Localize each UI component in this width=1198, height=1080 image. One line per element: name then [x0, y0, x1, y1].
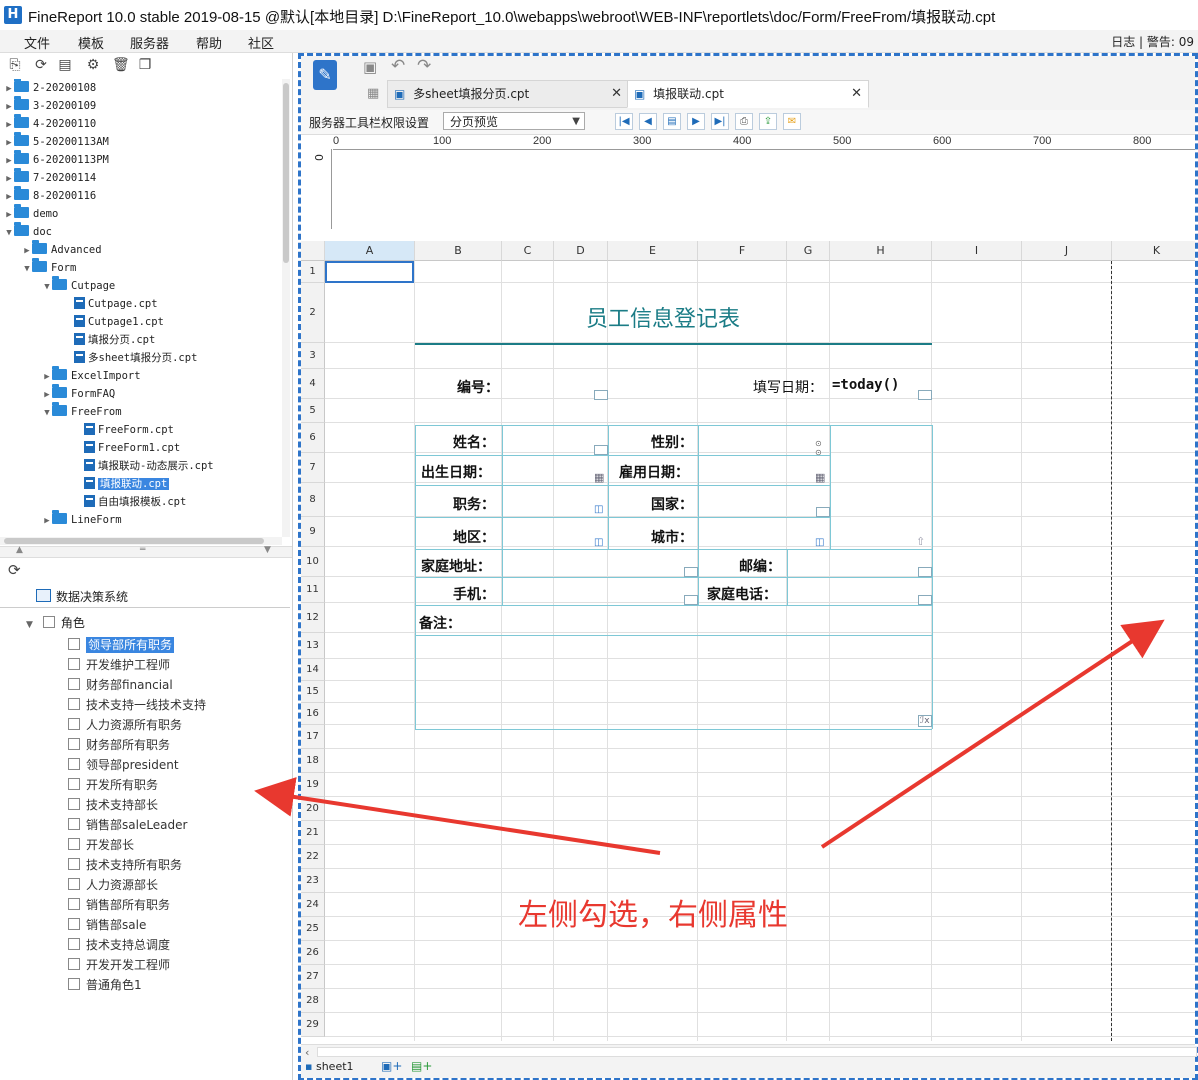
- annotation-text: 左侧勾选，右侧属性: [518, 898, 788, 933]
- arrow-right: [820, 619, 1165, 849]
- arrow-left: [254, 777, 661, 855]
